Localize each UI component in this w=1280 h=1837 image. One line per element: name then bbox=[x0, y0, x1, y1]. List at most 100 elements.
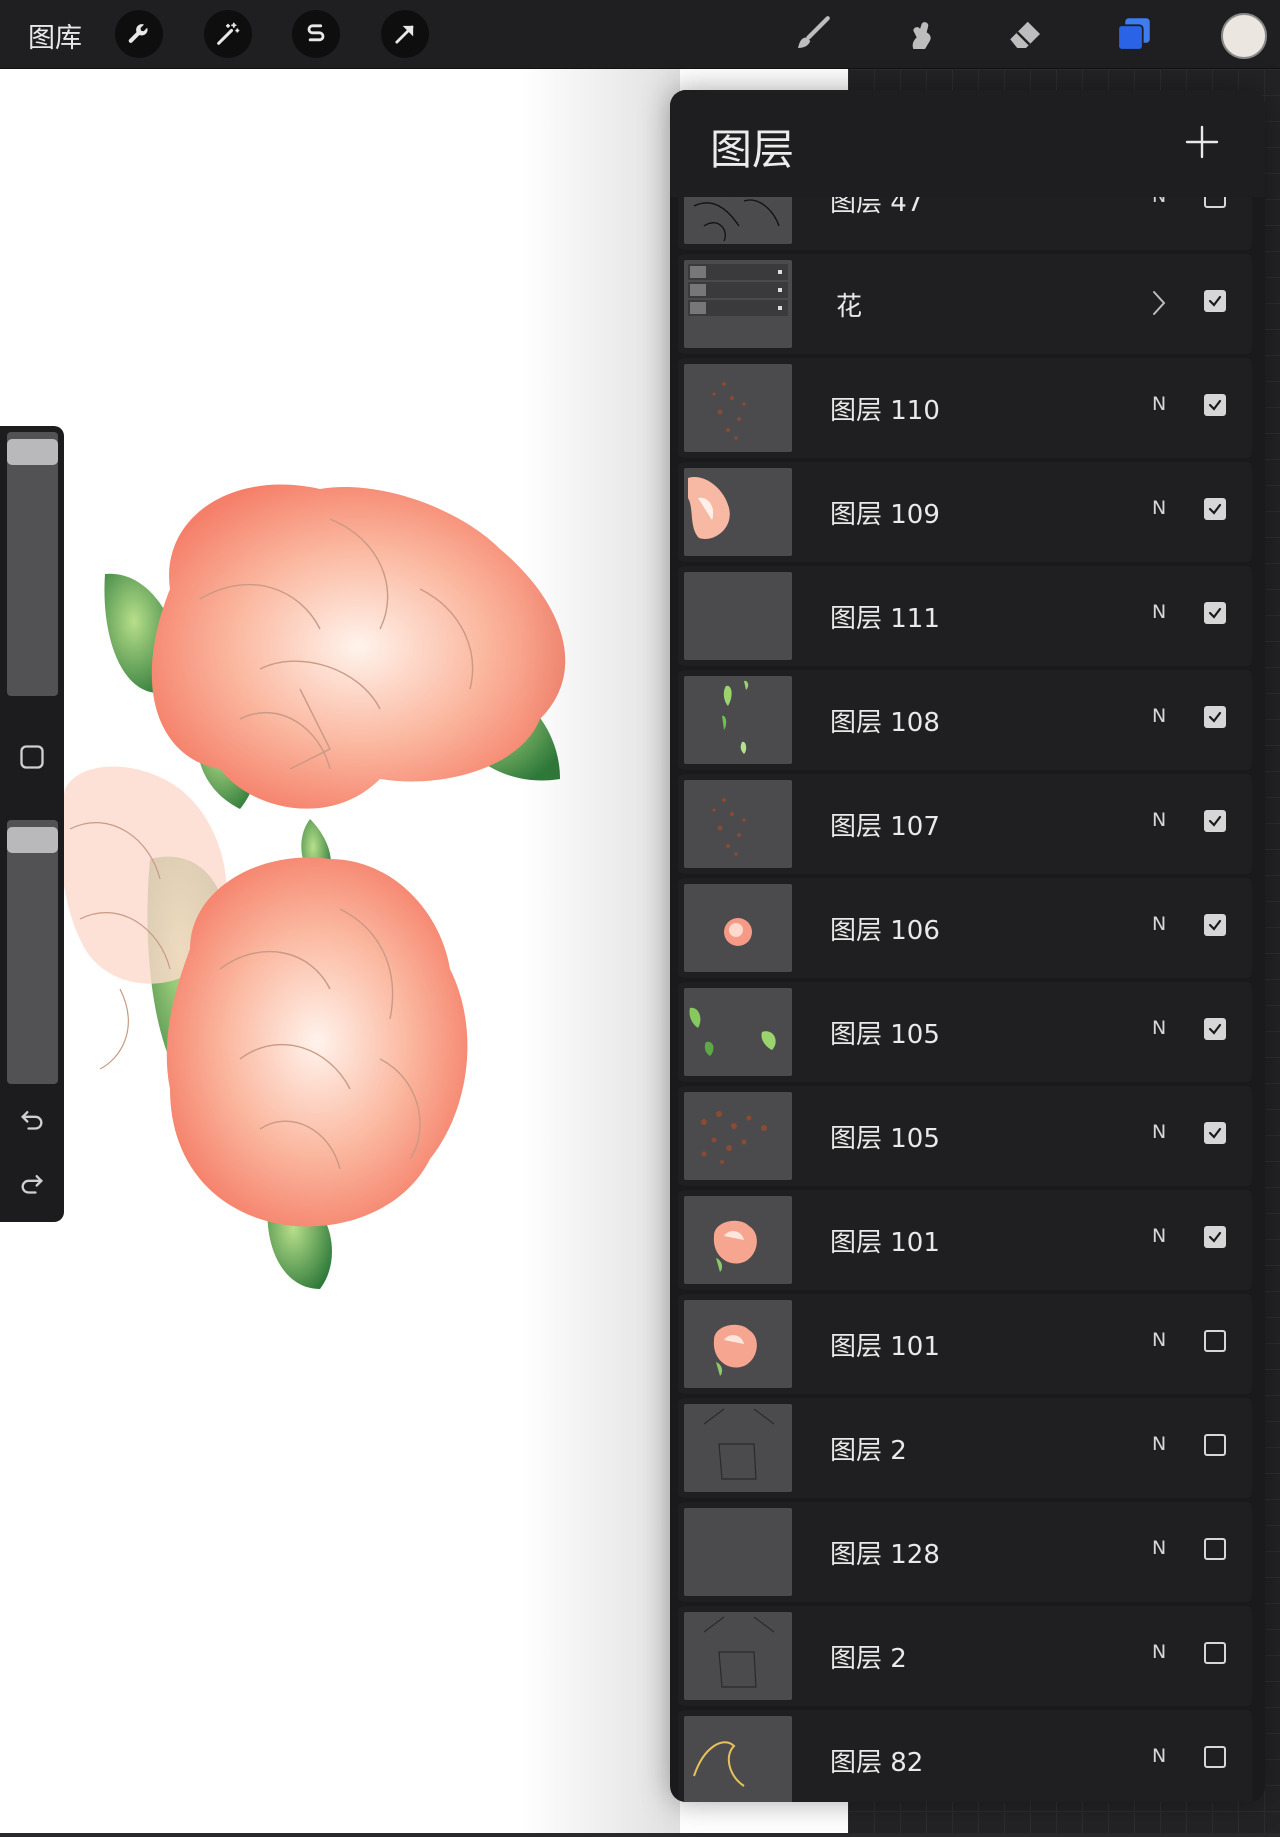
layers-icon[interactable] bbox=[1110, 12, 1158, 56]
checkmark-icon bbox=[1208, 1127, 1222, 1139]
selection-s-icon[interactable] bbox=[292, 10, 340, 58]
layer-name: 花 bbox=[836, 292, 863, 322]
layer-visibility-checkbox[interactable] bbox=[1204, 1434, 1226, 1456]
layers-panel: 图层 图层 47N花图层 110N图层 109N图层 111N图层 108N图层… bbox=[670, 90, 1265, 1802]
layer-row[interactable]: 图层 105 N bbox=[678, 982, 1252, 1082]
layer-thumbnail[interactable] bbox=[684, 1092, 792, 1180]
layer-visibility-checkbox[interactable] bbox=[1204, 706, 1226, 728]
layer-thumbnail[interactable] bbox=[684, 260, 792, 348]
checkmark-icon bbox=[1208, 711, 1222, 723]
brush-size-thumb[interactable] bbox=[7, 439, 58, 466]
layer-thumbnail[interactable] bbox=[684, 1508, 792, 1596]
layer-visibility-checkbox[interactable] bbox=[1204, 394, 1226, 416]
layers-panel-header: 图层 bbox=[670, 90, 1265, 197]
blend-mode-button[interactable]: N bbox=[1152, 1745, 1166, 1767]
layer-thumbnail[interactable] bbox=[684, 676, 792, 764]
layer-thumbnail[interactable] bbox=[684, 364, 792, 452]
layer-group-row[interactable]: 花 bbox=[678, 254, 1252, 354]
layer-name: 图层 107 bbox=[830, 812, 940, 842]
transform-arrow-icon[interactable] bbox=[381, 10, 429, 58]
checkmark-icon bbox=[1208, 295, 1222, 307]
blend-mode-button[interactable]: N bbox=[1152, 705, 1166, 727]
layer-thumbnail[interactable] bbox=[684, 884, 792, 972]
layer-name: 图层 2 bbox=[830, 1644, 907, 1674]
panel-shadow bbox=[520, 69, 680, 1833]
layer-thumbnail[interactable] bbox=[684, 1300, 792, 1388]
layer-row[interactable]: 图层 128 N bbox=[678, 1502, 1252, 1602]
brush-size-slider[interactable] bbox=[7, 432, 58, 696]
layer-row[interactable]: 图层 2 N bbox=[678, 1398, 1252, 1498]
blend-mode-button[interactable]: N bbox=[1152, 1433, 1166, 1455]
layer-thumbnail[interactable] bbox=[684, 988, 792, 1076]
blend-mode-button[interactable]: N bbox=[1152, 601, 1166, 623]
layer-thumbnail[interactable] bbox=[684, 1196, 792, 1284]
layer-visibility-checkbox[interactable] bbox=[1204, 1746, 1226, 1768]
layer-row[interactable]: 图层 101 N bbox=[678, 1294, 1252, 1394]
layer-thumbnail[interactable] bbox=[684, 1716, 792, 1802]
layer-row[interactable]: 图层 110 N bbox=[678, 358, 1252, 458]
checkmark-icon bbox=[1208, 399, 1222, 411]
layer-visibility-checkbox[interactable] bbox=[1204, 498, 1226, 520]
layer-name: 图层 128 bbox=[830, 1540, 940, 1570]
layer-visibility-checkbox[interactable] bbox=[1204, 1226, 1226, 1248]
opacity-thumb[interactable] bbox=[7, 827, 58, 854]
brush-icon[interactable] bbox=[788, 12, 836, 56]
layer-row[interactable]: 图层 109 N bbox=[678, 462, 1252, 562]
gallery-button[interactable]: 图库 bbox=[28, 16, 82, 55]
layer-row[interactable]: 图层 2 N bbox=[678, 1606, 1252, 1706]
color-picker-swatch[interactable] bbox=[1221, 13, 1267, 59]
undo-icon[interactable] bbox=[14, 1100, 50, 1136]
layer-thumbnail[interactable] bbox=[684, 1612, 792, 1700]
layer-visibility-checkbox[interactable] bbox=[1204, 1330, 1226, 1352]
checkmark-icon bbox=[1208, 607, 1222, 619]
layer-row[interactable]: 图层 107 N bbox=[678, 774, 1252, 874]
layer-visibility-checkbox[interactable] bbox=[1204, 1538, 1226, 1560]
layer-thumbnail[interactable] bbox=[684, 780, 792, 868]
layer-name: 图层 106 bbox=[830, 916, 940, 946]
side-controls bbox=[0, 426, 64, 1222]
magic-wand-icon[interactable] bbox=[204, 10, 252, 58]
opacity-slider[interactable] bbox=[7, 820, 58, 1084]
blend-mode-button[interactable]: N bbox=[1152, 393, 1166, 415]
chevron-right-icon[interactable] bbox=[1148, 288, 1170, 318]
wrench-icon[interactable] bbox=[115, 10, 163, 58]
layer-visibility-checkbox[interactable] bbox=[1204, 290, 1226, 312]
blend-mode-button[interactable]: N bbox=[1152, 1329, 1166, 1351]
blend-mode-button[interactable]: N bbox=[1152, 497, 1166, 519]
top-toolbar: 图库 bbox=[0, 0, 1280, 69]
blend-mode-button[interactable]: N bbox=[1152, 1225, 1166, 1247]
layer-visibility-checkbox[interactable] bbox=[1204, 810, 1226, 832]
checkmark-icon bbox=[1208, 1231, 1222, 1243]
blend-mode-button[interactable]: N bbox=[1152, 1121, 1166, 1143]
layer-row[interactable]: 图层 105 N bbox=[678, 1086, 1252, 1186]
layer-visibility-checkbox[interactable] bbox=[1204, 602, 1226, 624]
layer-name: 图层 82 bbox=[830, 1748, 924, 1778]
redo-icon[interactable] bbox=[14, 1164, 50, 1200]
layer-visibility-checkbox[interactable] bbox=[1204, 1018, 1226, 1040]
layer-visibility-checkbox[interactable] bbox=[1204, 1642, 1226, 1664]
layers-panel-title: 图层 bbox=[710, 125, 795, 174]
smudge-icon[interactable] bbox=[896, 12, 944, 56]
layer-row[interactable]: 图层 108 N bbox=[678, 670, 1252, 770]
layer-name: 图层 108 bbox=[830, 708, 940, 738]
layer-row[interactable]: 图层 111 N bbox=[678, 566, 1252, 666]
layer-row[interactable]: 图层 101 N bbox=[678, 1190, 1252, 1290]
blend-mode-button[interactable]: N bbox=[1152, 913, 1166, 935]
layer-thumbnail[interactable] bbox=[684, 468, 792, 556]
blend-mode-button[interactable]: N bbox=[1152, 1017, 1166, 1039]
layer-visibility-checkbox[interactable] bbox=[1204, 914, 1226, 936]
blend-mode-button[interactable]: N bbox=[1152, 809, 1166, 831]
layer-thumbnail[interactable] bbox=[684, 1404, 792, 1492]
layer-row[interactable]: 图层 82 N bbox=[678, 1710, 1252, 1802]
eraser-icon[interactable] bbox=[1002, 12, 1050, 56]
layer-name: 图层 111 bbox=[830, 604, 940, 634]
plus-icon[interactable] bbox=[1182, 122, 1222, 162]
layer-thumbnail[interactable] bbox=[684, 572, 792, 660]
layer-name: 图层 101 bbox=[830, 1228, 940, 1258]
layers-list: 图层 47N花图层 110N图层 109N图层 111N图层 108N图层 10… bbox=[670, 90, 1265, 1802]
layer-row[interactable]: 图层 106 N bbox=[678, 878, 1252, 978]
blend-mode-button[interactable]: N bbox=[1152, 1641, 1166, 1663]
modify-square-icon[interactable] bbox=[14, 739, 50, 775]
layer-visibility-checkbox[interactable] bbox=[1204, 1122, 1226, 1144]
blend-mode-button[interactable]: N bbox=[1152, 1537, 1166, 1559]
